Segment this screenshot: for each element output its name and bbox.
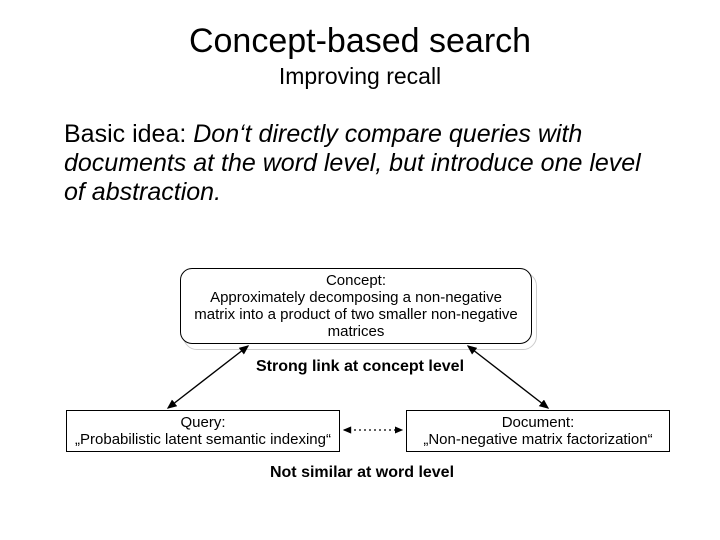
slide-subtitle: Improving recall (0, 61, 720, 90)
concept-title: Concept: (191, 272, 521, 289)
word-level-caption: Not similar at word level (252, 464, 472, 482)
concept-box: Concept: Approximately decomposing a non… (180, 268, 532, 344)
concept-text: Approximately decomposing a non-negative… (191, 289, 521, 341)
arrow-concept-to-query (168, 346, 248, 408)
query-box: Query: „Probabilistic latent semantic in… (66, 410, 340, 452)
document-text: „Non-negative matrix factorization“ (423, 431, 652, 448)
query-text: „Probabilistic latent semantic indexing“ (75, 431, 331, 448)
basic-idea-lead: Basic idea: (64, 120, 193, 148)
slide-title: Concept-based search (0, 0, 720, 61)
arrow-concept-to-document (468, 346, 548, 408)
diagram-area: Concept: Approximately decomposing a non… (0, 260, 720, 520)
basic-idea-paragraph: Basic idea: Don‘t directly compare queri… (0, 90, 720, 206)
query-title: Query: (75, 414, 331, 431)
concept-link-caption: Strong link at concept level (235, 358, 485, 376)
document-title: Document: (423, 414, 652, 431)
document-box: Document: „Non-negative matrix factoriza… (406, 410, 670, 452)
